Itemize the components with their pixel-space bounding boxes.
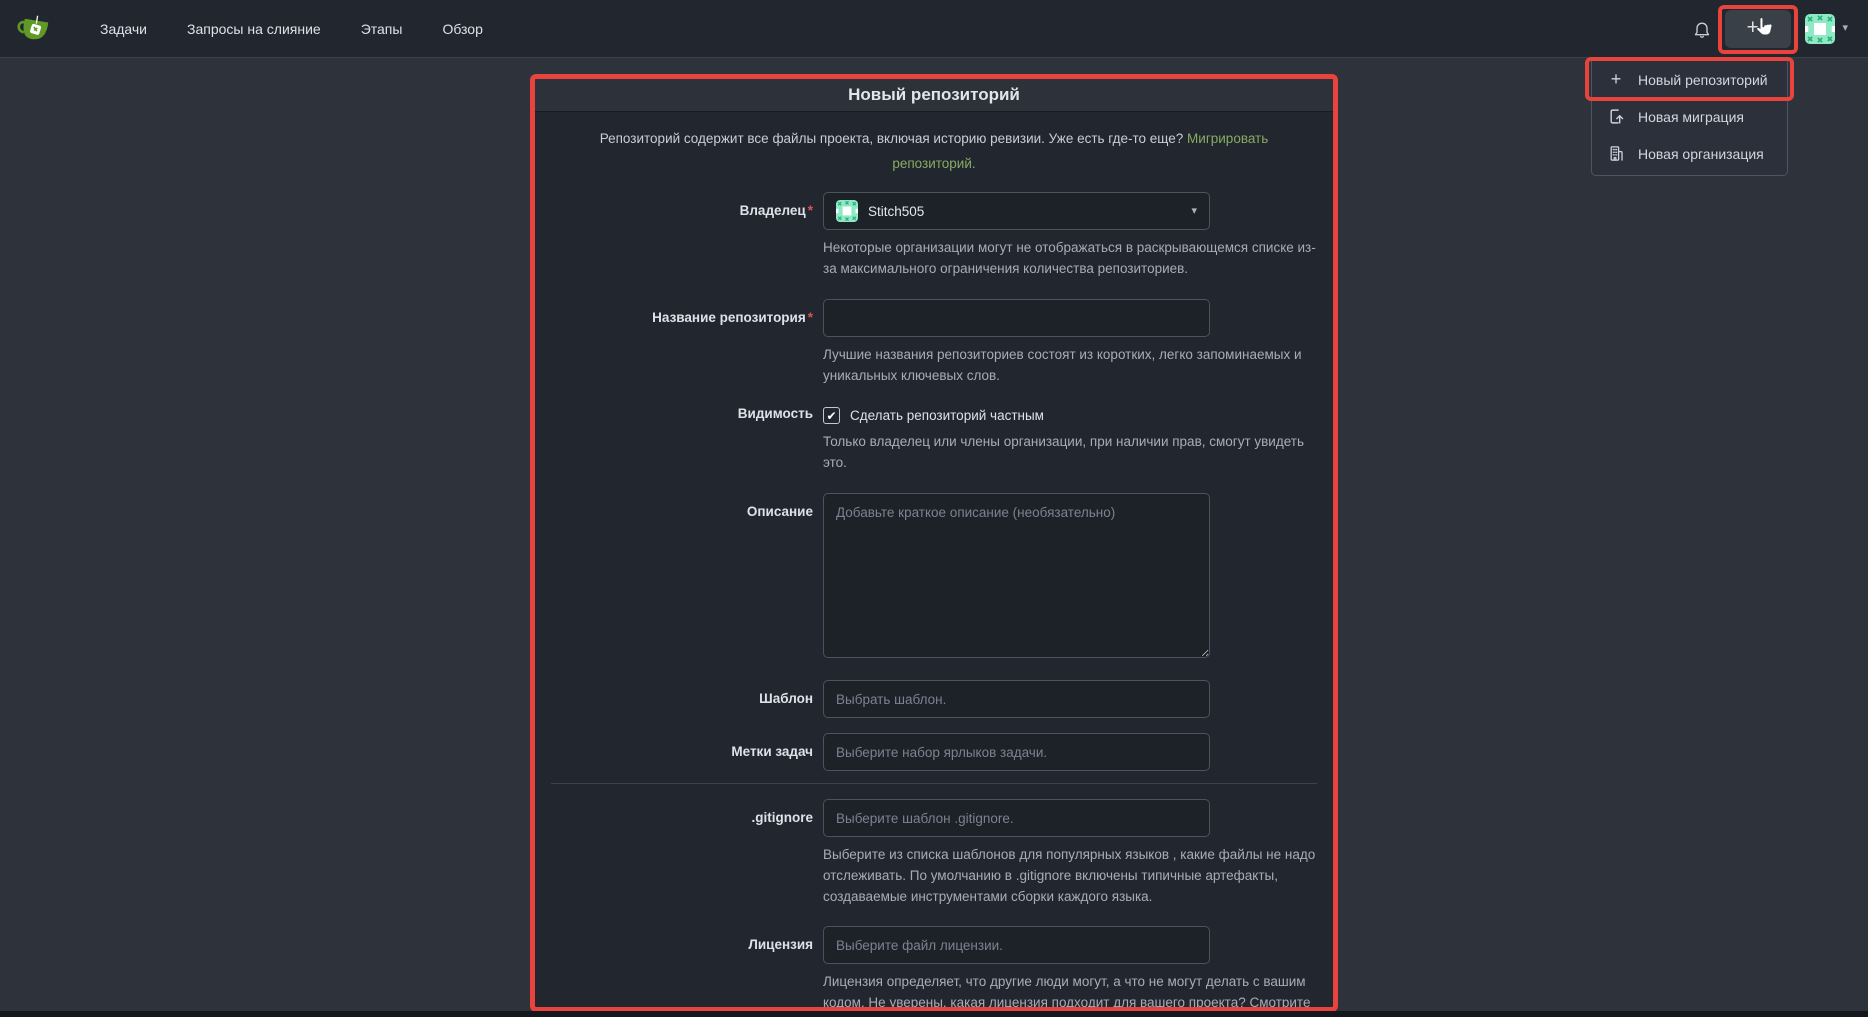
- nav-item-milestones[interactable]: Этапы: [341, 0, 423, 58]
- owner-label-text: Владелец: [740, 203, 806, 218]
- visibility-help-text: Только владелец или члены организации, п…: [823, 431, 1317, 473]
- gitignore-label-text: .gitignore: [752, 810, 814, 825]
- license-help-body: Лицензия определяет, что другие люди мог…: [823, 974, 1310, 1010]
- template-input[interactable]: [823, 680, 1210, 718]
- owner-avatar: [836, 200, 858, 222]
- description-label: Описание: [551, 493, 813, 663]
- license-label: Лицензия: [551, 926, 813, 1012]
- owner-dropdown[interactable]: Stitch505 ▾: [823, 192, 1210, 230]
- description-label-text: Описание: [747, 504, 813, 519]
- footer-strip: [0, 1011, 1868, 1017]
- owner-field-row: Владелец*: [551, 192, 1317, 279]
- plus-icon: +: [1747, 17, 1759, 38]
- user-menu-button[interactable]: ▾: [1805, 14, 1848, 44]
- nav-item-pull-requests[interactable]: Запросы на слияние: [167, 0, 341, 58]
- issue-labels-field-row: Метки задач: [551, 733, 1317, 771]
- template-label-text: Шаблон: [759, 691, 813, 706]
- menu-item-new-repository[interactable]: + Новый репозиторий: [1592, 61, 1787, 98]
- repo-name-help-text: Лучшие названия репозиториев состоят из …: [823, 344, 1317, 386]
- gitea-logo[interactable]: [16, 13, 54, 45]
- form-body: Репозиторий содержит все файлы проекта, …: [535, 126, 1333, 1012]
- top-navbar: Задачи Запросы на слияние Этапы Обзор + …: [0, 0, 1868, 58]
- owner-selected-value: Stitch505: [868, 204, 1181, 219]
- check-icon: ✔: [826, 410, 836, 422]
- plus-icon: +: [1607, 69, 1625, 90]
- repo-name-label-text: Название репозитория: [652, 310, 806, 325]
- private-checkbox-label[interactable]: Сделать репозиторий частным: [850, 408, 1044, 423]
- user-avatar: [1805, 14, 1835, 44]
- chevron-down-icon: ▾: [1765, 23, 1771, 34]
- intro-text: Репозиторий содержит все файлы проекта, …: [600, 131, 1184, 146]
- template-label: Шаблон: [551, 680, 813, 718]
- visibility-label-text: Видимость: [738, 406, 813, 421]
- nav-item-issues[interactable]: Задачи: [80, 0, 167, 58]
- page-title: Новый репозиторий: [848, 85, 1020, 105]
- visibility-label: Видимость: [551, 404, 813, 473]
- template-field-row: Шаблон: [551, 680, 1317, 718]
- create-new-button[interactable]: + ▾: [1725, 10, 1791, 48]
- required-asterisk: *: [808, 310, 813, 325]
- section-divider: [551, 783, 1317, 784]
- description-textarea[interactable]: [823, 493, 1210, 658]
- gitignore-input[interactable]: [823, 799, 1210, 837]
- license-label-text: Лицензия: [748, 937, 813, 952]
- navbar-right: + ▾: [1685, 9, 1868, 49]
- bell-icon: [1692, 18, 1712, 40]
- description-field-row: Описание: [551, 493, 1317, 663]
- license-help-text: Лицензия определяет, что другие люди мог…: [823, 971, 1317, 1012]
- menu-item-new-migration[interactable]: Новая миграция: [1592, 98, 1787, 135]
- license-field-row: Лицензия Лицензия определяет, что другие…: [551, 926, 1317, 1012]
- form-intro-text: Репозиторий содержит все файлы проекта, …: [589, 126, 1279, 176]
- gitea-logo-icon: [17, 13, 53, 45]
- nav-item-explore[interactable]: Обзор: [422, 0, 502, 58]
- repo-name-input[interactable]: [823, 299, 1210, 337]
- menu-item-label: Новая организация: [1638, 146, 1764, 162]
- create-new-dropdown-menu: + Новый репозиторий Новая миграция Новая…: [1591, 57, 1788, 176]
- owner-label: Владелец*: [551, 192, 813, 279]
- issue-labels-label: Метки задач: [551, 733, 813, 771]
- required-asterisk: *: [808, 203, 813, 218]
- gitignore-help-text: Выберите из списка шаблонов для популярн…: [823, 844, 1317, 907]
- issue-labels-input[interactable]: [823, 733, 1210, 771]
- primary-nav: Задачи Запросы на слияние Этапы Обзор: [80, 0, 503, 58]
- notifications-button[interactable]: [1685, 9, 1719, 49]
- chevron-down-icon: ▾: [1191, 206, 1197, 217]
- private-checkbox[interactable]: ✔: [823, 407, 840, 424]
- new-repository-form: Новый репозиторий Репозиторий содержит в…: [530, 74, 1338, 1012]
- migration-icon: [1607, 108, 1625, 125]
- owner-help-text: Некоторые организации могут не отображат…: [823, 237, 1317, 279]
- menu-item-new-organization[interactable]: Новая организация: [1592, 135, 1787, 172]
- repo-name-label: Название репозитория*: [551, 299, 813, 386]
- repo-name-field-row: Название репозитория* Лучшие названия ре…: [551, 299, 1317, 386]
- chevron-down-icon: ▾: [1842, 23, 1848, 34]
- gitignore-label: .gitignore: [551, 799, 813, 907]
- issue-labels-label-text: Метки задач: [731, 744, 813, 759]
- menu-item-label: Новая миграция: [1638, 109, 1744, 125]
- menu-item-label: Новый репозиторий: [1638, 72, 1768, 88]
- visibility-field-row: Видимость ✔ Сделать репозиторий частным …: [551, 404, 1317, 473]
- form-header: Новый репозиторий: [535, 79, 1333, 112]
- license-input[interactable]: [823, 926, 1210, 964]
- organization-icon: [1607, 145, 1625, 162]
- gitignore-field-row: .gitignore Выберите из списка шаблонов д…: [551, 799, 1317, 907]
